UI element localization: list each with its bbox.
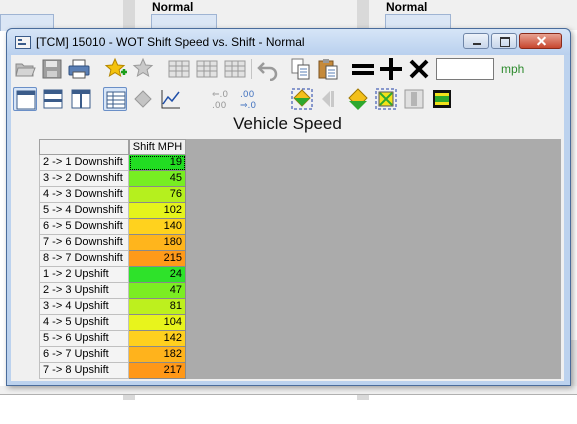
table-cell[interactable]: 182 <box>129 347 186 363</box>
table-corner-header[interactable] <box>39 139 129 155</box>
table-row: 4 -> 3 Downshift 76 <box>39 187 186 203</box>
view-toolbar: ⇐.0.00 .00 ⇒.0 <box>11 85 564 113</box>
toolbar-separator <box>251 59 252 79</box>
row-header[interactable]: 5 -> 6 Upshift <box>39 331 129 347</box>
operation-value-input[interactable] <box>436 58 494 80</box>
view-table-icon[interactable] <box>103 87 127 111</box>
save-icon[interactable] <box>40 57 64 81</box>
row-header[interactable]: 3 -> 4 Upshift <box>39 299 129 315</box>
table-row: 5 -> 6 Upshift 142 <box>39 331 186 347</box>
table-cell[interactable]: 102 <box>129 203 186 219</box>
table-cell[interactable]: 19 <box>129 155 186 171</box>
favorite-remove-icon[interactable] <box>132 57 156 81</box>
window-client-area: mph ⇐.0.00 .00 ⇒.0 Vehicle Speed Shift M… <box>11 55 564 381</box>
row-header[interactable]: 4 -> 3 Downshift <box>39 187 129 203</box>
decimal-increase-icon[interactable]: .00 ⇒.0 <box>237 87 261 111</box>
row-header[interactable]: 6 -> 7 Upshift <box>39 347 129 363</box>
table-cell[interactable]: 81 <box>129 299 186 315</box>
minimize-button[interactable] <box>463 33 489 49</box>
table-cell[interactable]: 47 <box>129 283 186 299</box>
row-header[interactable]: 7 -> 6 Downshift <box>39 235 129 251</box>
undo-icon[interactable] <box>256 57 280 81</box>
select-all-icon[interactable] <box>374 87 398 111</box>
table-rows: 2 -> 1 Downshift 19 3 -> 2 Downshift 45 4 ->… <box>39 155 186 379</box>
table-cell[interactable]: 104 <box>129 315 186 331</box>
favorite-add-icon[interactable] <box>104 57 128 81</box>
table-cell[interactable]: 24 <box>129 267 186 283</box>
table-title: Vehicle Speed <box>233 114 342 133</box>
highlight-icon[interactable] <box>430 87 454 111</box>
open-icon[interactable] <box>13 57 37 81</box>
table-grid-3d-icon[interactable] <box>223 57 247 81</box>
table-cell[interactable]: 140 <box>129 219 186 235</box>
svg-text:⇐.0: ⇐.0 <box>212 90 228 100</box>
row-header[interactable]: 1 -> 2 Upshift <box>39 267 129 283</box>
view-single-icon[interactable] <box>13 87 37 111</box>
decimal-decrease-icon[interactable]: ⇐.0.00 <box>209 87 233 111</box>
table-cell[interactable]: 45 <box>129 171 186 187</box>
table-grid-area: Shift MPH 2 -> 1 Downshift 19 3 -> 2 Downs… <box>39 139 561 379</box>
table-cell[interactable]: 142 <box>129 331 186 347</box>
table-row: 5 -> 4 Downshift 102 <box>39 203 186 219</box>
column-header[interactable]: Shift MPH <box>129 139 186 155</box>
smooth-icon[interactable] <box>290 87 314 111</box>
title-bar[interactable]: [TCM] 15010 - WOT Shift Speed vs. Shift … <box>7 29 570 55</box>
table-row: 2 -> 3 Upshift 47 <box>39 283 186 299</box>
row-header[interactable]: 2 -> 3 Upshift <box>39 283 129 299</box>
table-row: 6 -> 7 Upshift 182 <box>39 347 186 363</box>
svg-text:.00: .00 <box>212 101 227 111</box>
table-cell[interactable]: 180 <box>129 235 186 251</box>
table-cell[interactable]: 215 <box>129 251 186 267</box>
table-grid-alt-icon[interactable] <box>195 57 219 81</box>
row-header[interactable]: 8 -> 7 Downshift <box>39 251 129 267</box>
units-label: mph <box>501 62 525 76</box>
print-icon[interactable] <box>67 57 91 81</box>
table-row: 4 -> 5 Upshift 104 <box>39 315 186 331</box>
view-split-vertical-icon[interactable] <box>69 87 93 111</box>
plus-icon[interactable] <box>379 57 403 81</box>
svg-text:⇒.0: ⇒.0 <box>240 101 256 111</box>
interpolate-icon[interactable] <box>318 87 342 111</box>
multiply-icon[interactable] <box>407 57 431 81</box>
background-label: Normal <box>152 0 194 14</box>
view-split-horizontal-icon[interactable] <box>41 87 65 111</box>
view-graph-icon[interactable] <box>159 87 183 111</box>
window-title: [TCM] 15010 - WOT Shift Speed vs. Shift … <box>36 35 305 49</box>
table-cell[interactable]: 76 <box>129 187 186 203</box>
table-row: 1 -> 2 Upshift 24 <box>39 267 186 283</box>
row-header[interactable]: 5 -> 4 Downshift <box>39 203 129 219</box>
svg-text:.00: .00 <box>240 90 255 100</box>
table-row: 2 -> 1 Downshift 19 <box>39 155 186 171</box>
row-header[interactable]: 6 -> 5 Downshift <box>39 219 129 235</box>
table-row: 7 -> 6 Downshift 180 <box>39 235 186 251</box>
edit-toolbar: mph <box>11 55 564 83</box>
table-row: 7 -> 8 Upshift 217 <box>39 363 186 379</box>
row-header[interactable]: 2 -> 1 Downshift <box>39 155 129 171</box>
table-editor-window: [TCM] 15010 - WOT Shift Speed vs. Shift … <box>6 28 571 386</box>
copy-icon[interactable] <box>289 57 313 81</box>
row-header[interactable]: 7 -> 8 Upshift <box>39 363 129 379</box>
table-row: 6 -> 5 Downshift 140 <box>39 219 186 235</box>
background-app-header <box>0 0 577 30</box>
table-cell[interactable]: 217 <box>129 363 186 379</box>
maximize-button[interactable] <box>491 33 517 49</box>
paste-icon[interactable] <box>316 57 340 81</box>
view-3d-icon[interactable] <box>131 87 155 111</box>
fill-icon[interactable] <box>346 87 370 111</box>
equals-icon[interactable] <box>351 57 375 81</box>
window-app-icon <box>15 36 31 49</box>
row-header[interactable]: 3 -> 2 Downshift <box>39 171 129 187</box>
row-header[interactable]: 4 -> 5 Upshift <box>39 315 129 331</box>
table-row: 3 -> 4 Upshift 81 <box>39 299 186 315</box>
table-row: 8 -> 7 Downshift 215 <box>39 251 186 267</box>
table-grid-icon[interactable] <box>167 57 191 81</box>
close-button[interactable] <box>519 33 562 49</box>
background-statusbar <box>0 386 577 395</box>
table-row: 3 -> 2 Downshift 45 <box>39 171 186 187</box>
background-label: Normal <box>386 0 428 14</box>
compare-icon[interactable] <box>402 87 426 111</box>
